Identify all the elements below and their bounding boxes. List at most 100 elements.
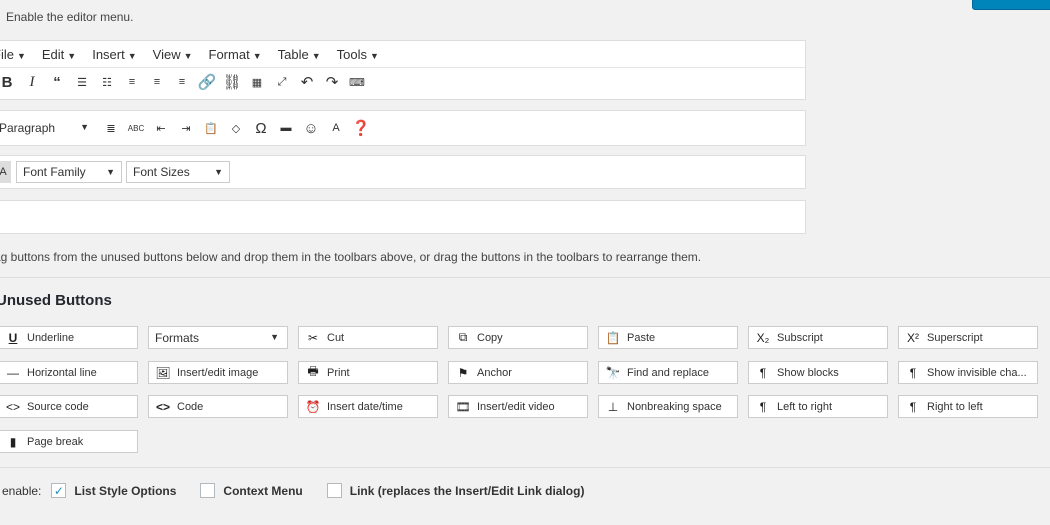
link-icon[interactable]: 🔗	[195, 71, 219, 93]
menu-bar: File▼ Edit▼ Insert▼ View▼ Format▼ Table▼…	[0, 41, 805, 68]
context-menu-checkbox[interactable]	[200, 483, 216, 498]
toolbar-2: Paragraph ▼ ≣ ABC ⇤ ⇥ 📋 ◇ Ω ▬ ☺ A ❓	[0, 110, 806, 146]
unused-button-insert-image[interactable]: 🖼 Insert/edit image	[148, 361, 288, 384]
show-blocks-icon: ¶	[759, 365, 767, 380]
clear-formatting-icon[interactable]: ◇	[224, 117, 248, 139]
unused-button-insert-date[interactable]: ⏰ Insert date/time	[298, 395, 438, 418]
outdent-icon[interactable]: ⇤	[149, 117, 173, 139]
toolbar-1: File▼ Edit▼ Insert▼ View▼ Format▼ Table▼…	[0, 40, 806, 100]
justify-icon[interactable]: ≣	[99, 117, 123, 139]
menu-file[interactable]: File▼	[0, 47, 26, 62]
undo-icon[interactable]: ↶	[295, 71, 319, 93]
align-center-icon[interactable]: ≡	[145, 71, 169, 93]
divider	[0, 467, 1050, 468]
menu-format[interactable]: Format ▼	[209, 47, 262, 62]
source-code-icon: <>	[5, 399, 20, 414]
find-replace-icon: 🔭	[605, 365, 621, 380]
enable-prefix: o enable:	[0, 483, 42, 498]
menu-tools[interactable]: Tools ▼	[337, 47, 379, 62]
nbsp-icon: ⊥	[607, 399, 619, 414]
bold-icon[interactable]: B	[0, 71, 19, 93]
emoticons-icon[interactable]: ☺	[299, 117, 323, 139]
save-button[interactable]	[972, 0, 1050, 10]
numbered-list-icon[interactable]: ☷	[95, 71, 119, 93]
toolbar-toggle-icon[interactable]: ⌨	[345, 71, 369, 93]
code-icon: <>	[155, 399, 170, 414]
unused-button-paste[interactable]: 📋 Paste	[598, 326, 738, 349]
print-icon: 🖶	[307, 364, 319, 378]
unused-button-anchor[interactable]: ⚑ Anchor	[448, 361, 588, 384]
font-family-select[interactable]: Font Family ▼	[16, 161, 122, 183]
font-sizes-select[interactable]: Font Sizes ▼	[126, 161, 230, 183]
indent-icon[interactable]: ⇥	[174, 117, 198, 139]
unused-button-cut[interactable]: ✂ Cut	[298, 326, 438, 349]
superscript-icon: X²	[907, 330, 919, 345]
unused-button-show-blocks[interactable]: ¶ Show blocks	[748, 361, 888, 384]
chevron-down-icon: ▼	[270, 332, 279, 342]
enable-menu-text: Enable the editor menu.	[6, 10, 134, 24]
unused-button-source-code[interactable]: <> Source code	[0, 395, 138, 418]
unused-button-rtl[interactable]: ¶ Right to left	[898, 395, 1038, 418]
context-menu-label: Context Menu	[223, 483, 303, 498]
blockquote-icon[interactable]: “	[45, 71, 69, 93]
formats-select[interactable]: Formats ▼	[148, 326, 288, 349]
enable-options: o enable: ✓ List Style Options Context M…	[0, 483, 598, 498]
unused-button-find-replace[interactable]: 🔭 Find and replace	[598, 361, 738, 384]
table-icon[interactable]: ▦	[245, 71, 269, 93]
link-label: Link (replaces the Insert/Edit Link dial…	[349, 483, 585, 498]
unused-button-code[interactable]: <> Code	[148, 395, 288, 418]
toolbar-4[interactable]	[0, 200, 806, 234]
strikethrough-icon[interactable]: ABC	[124, 117, 148, 139]
rtl-icon: ¶	[909, 399, 917, 414]
background-color-icon[interactable]: A	[0, 161, 11, 183]
unused-button-underline[interactable]: U Underline	[0, 326, 138, 349]
unused-button-invisible-chars[interactable]: ¶ Show invisible cha...	[898, 361, 1038, 384]
unused-button-superscript[interactable]: X² Superscript	[898, 326, 1038, 349]
menu-view[interactable]: View ▼	[153, 47, 193, 62]
drag-hint: ag buttons from the unused buttons below…	[0, 250, 702, 264]
chevron-down-icon: ▼	[214, 167, 223, 177]
list-style-label: List Style Options	[74, 483, 177, 498]
divider	[0, 277, 1050, 278]
menu-table[interactable]: Table ▼	[278, 47, 321, 62]
horizontal-line-icon: —	[7, 365, 19, 380]
paste-icon: 📋	[605, 330, 621, 345]
paste-text-icon[interactable]: 📋	[199, 117, 223, 139]
unused-buttons-title: Unused Buttons	[0, 292, 112, 309]
chevron-down-icon: ▼	[311, 50, 321, 61]
unused-button-horizontal-line[interactable]: — Horizontal line	[0, 361, 138, 384]
paragraph-select[interactable]: Paragraph ▼	[0, 117, 95, 139]
unused-button-nbsp[interactable]: ⊥ Nonbreaking space	[598, 395, 738, 418]
list-style-checkbox[interactable]: ✓	[51, 483, 67, 498]
unused-button-insert-video[interactable]: 🎞 Insert/edit video	[448, 395, 588, 418]
chevron-down-icon: ▼	[127, 50, 137, 61]
toolbar-3: A Font Family ▼ Font Sizes ▼	[0, 155, 806, 189]
fullscreen-icon[interactable]: ⤢	[270, 71, 294, 93]
unused-button-print[interactable]: 🖶 Print	[298, 361, 438, 384]
read-more-icon[interactable]: ▬	[274, 117, 298, 139]
link-checkbox[interactable]	[326, 483, 342, 498]
unused-button-page-break[interactable]: ▮ Page break	[0, 430, 138, 453]
invisible-chars-icon: ¶	[909, 365, 917, 380]
unused-button-ltr[interactable]: ¶ Left to right	[748, 395, 888, 418]
bullet-list-icon[interactable]: ☰	[70, 71, 94, 93]
help-icon[interactable]: ❓	[349, 117, 373, 139]
italic-icon[interactable]: I	[20, 71, 44, 93]
unused-button-subscript[interactable]: X₂ Subscript	[748, 326, 888, 349]
chevron-down-icon: ▼	[80, 122, 89, 132]
underline-icon: U	[8, 330, 18, 345]
chevron-down-icon: ▼	[16, 50, 26, 61]
menu-insert[interactable]: Insert ▼	[92, 47, 136, 62]
unlink-icon[interactable]: ⛓	[220, 71, 244, 93]
redo-icon[interactable]: ↷	[320, 71, 344, 93]
chevron-down-icon: ▼	[252, 50, 262, 61]
unused-button-copy[interactable]: ⧉ Copy	[448, 326, 588, 349]
chevron-down-icon: ▼	[106, 167, 115, 177]
chevron-down-icon: ▼	[183, 50, 193, 61]
align-left-icon[interactable]: ≡	[120, 71, 144, 93]
menu-edit[interactable]: Edit ▼	[42, 47, 76, 62]
special-character-icon[interactable]: Ω	[249, 117, 273, 139]
text-color-icon[interactable]: A	[324, 117, 348, 139]
chevron-down-icon: ▼	[67, 50, 77, 61]
align-right-icon[interactable]: ≡	[170, 71, 194, 93]
